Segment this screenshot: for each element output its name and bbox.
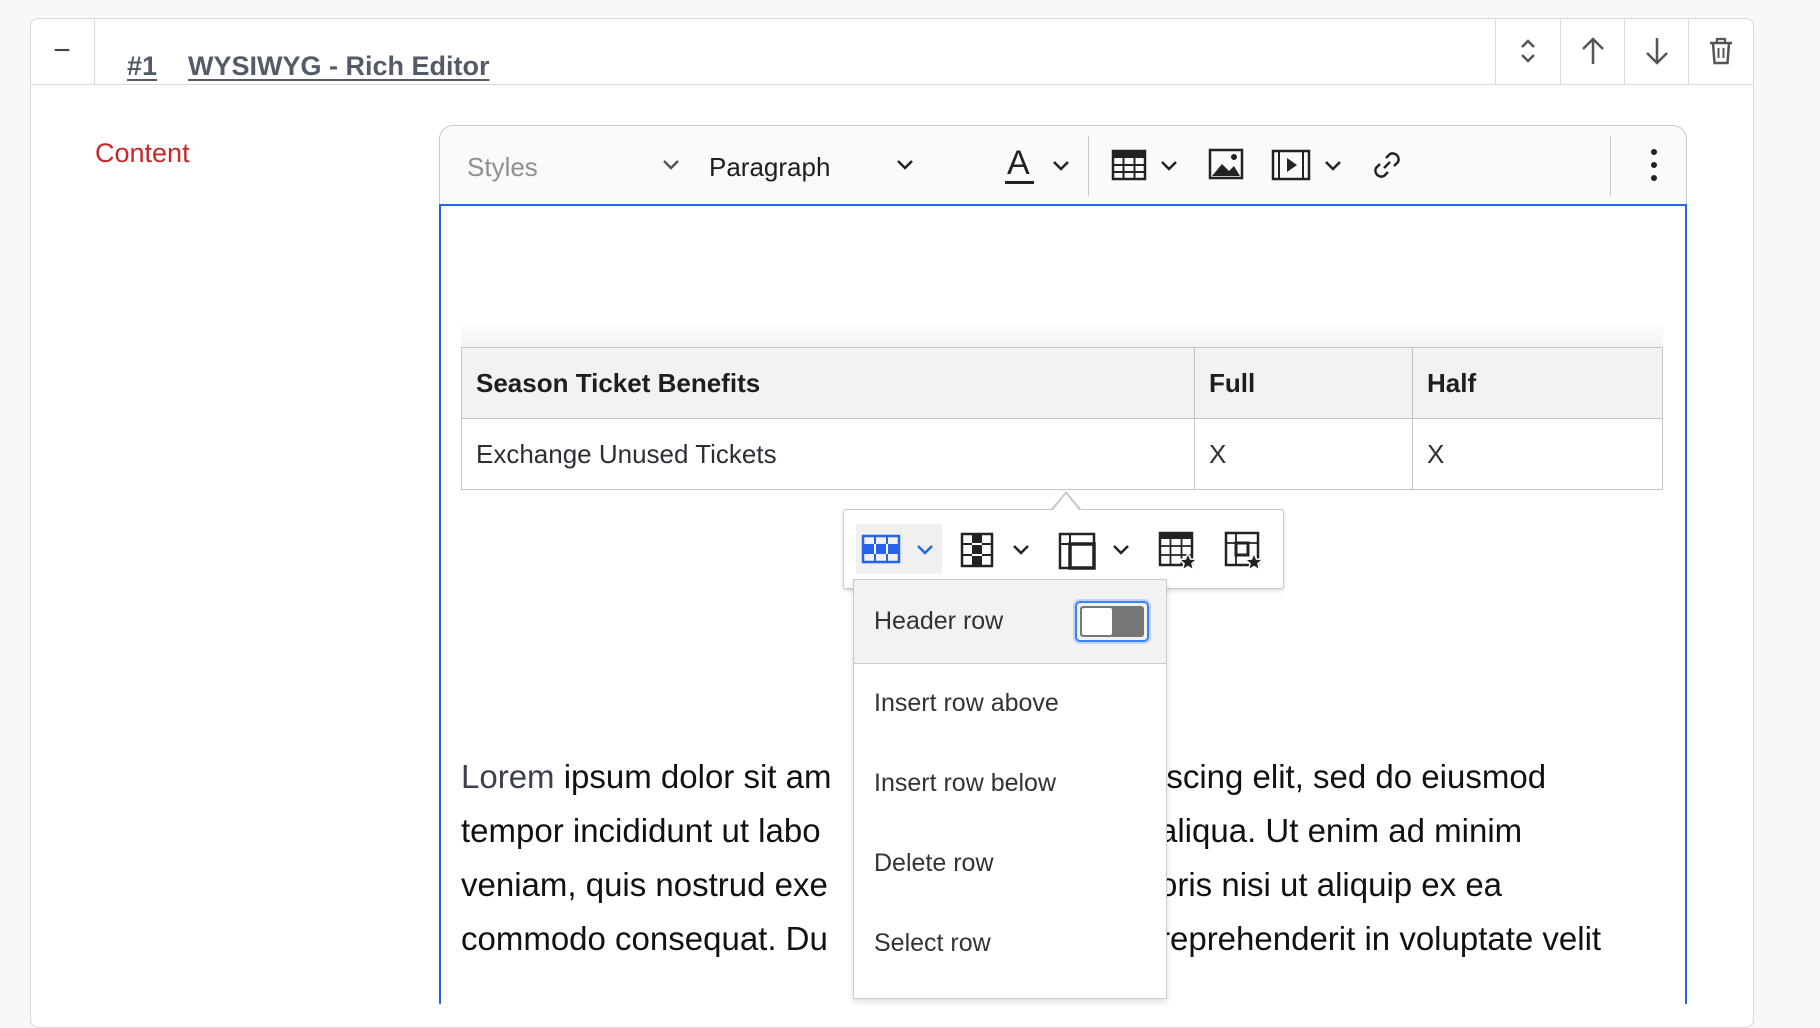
- cell-properties-icon: [1224, 531, 1264, 571]
- chevron-down-icon: [1161, 161, 1177, 171]
- table-properties-button[interactable]: [1150, 524, 1206, 574]
- delete-button[interactable]: [1689, 18, 1752, 84]
- link-button[interactable]: [1363, 140, 1413, 190]
- menu-item-insert-row-below[interactable]: Insert row below: [874, 769, 1056, 798]
- table-row: Exchange Unused Tickets X X: [461, 418, 1663, 490]
- chevron-down-icon: [1013, 545, 1029, 555]
- chevron-down-icon: [897, 160, 913, 170]
- table-cell[interactable]: X: [1194, 418, 1413, 490]
- media-embed-button[interactable]: [1266, 140, 1346, 190]
- row-icon: [861, 534, 901, 564]
- heading-dropdown[interactable]: Paragraph: [696, 126, 952, 206]
- column-icon: [960, 532, 994, 568]
- table-header-cell[interactable]: Full: [1194, 347, 1413, 419]
- paragraph-fragment: veniam, quis nostrud exe: [461, 866, 828, 903]
- table-header-row: Season Ticket Benefits Full Half: [461, 347, 1663, 419]
- paragraph-fragment: reprehenderit in voluptate velit: [1159, 920, 1602, 957]
- minus-icon: −: [53, 34, 71, 67]
- paragraph-fragment: iscing elit, sed do eiusmod: [1159, 758, 1547, 795]
- menu-item-insert-row-above[interactable]: Insert row above: [874, 689, 1059, 718]
- merge-cells-dropdown[interactable]: [1054, 524, 1140, 574]
- collapse-button[interactable]: −: [30, 18, 94, 84]
- menu-item-delete-row[interactable]: Delete row: [874, 849, 994, 878]
- paragraph-fragment: commodo consequat. Du: [461, 920, 828, 957]
- more-items-button[interactable]: [1630, 140, 1680, 190]
- table-icon: [1111, 149, 1147, 181]
- chevron-down-icon: [1113, 545, 1129, 555]
- paragraph-fragment: aliqua. Ut enim ad minim: [1159, 812, 1523, 849]
- expand-collapse-button[interactable]: [1496, 18, 1560, 84]
- merge-cells-icon: [1058, 532, 1096, 570]
- move-up-icon: [1581, 37, 1604, 64]
- table-header-cell[interactable]: Half: [1412, 347, 1663, 419]
- table-header-cell[interactable]: Season Ticket Benefits: [461, 347, 1195, 419]
- table-toolbar-balloon: [843, 509, 1284, 589]
- paragraph-fragment: oris nisi ut aliquip ex ea: [1159, 866, 1503, 903]
- chevron-down-icon: [1053, 161, 1069, 171]
- chevron-down-icon: [663, 160, 679, 170]
- move-down-icon: [1645, 38, 1668, 65]
- styles-dropdown[interactable]: Styles: [440, 126, 696, 206]
- table-cell[interactable]: Exchange Unused Tickets: [461, 418, 1195, 490]
- balloon-arrow-fill: [1053, 494, 1079, 510]
- styles-dropdown-label: Styles: [467, 152, 538, 182]
- row-options-menu: Header row Insert row above Insert row b…: [853, 579, 1167, 999]
- season-ticket-table[interactable]: Season Ticket Benefits Full Half Exchang…: [461, 347, 1663, 490]
- font-color-icon: A: [1007, 144, 1030, 182]
- table-properties-icon: [1158, 531, 1198, 571]
- header-row-switch[interactable]: [1075, 601, 1149, 642]
- block-index[interactable]: #1: [127, 51, 157, 82]
- header-row-toggle-item[interactable]: Header row: [854, 580, 1166, 664]
- header-row-label: Header row: [874, 607, 1004, 635]
- more-icon: [1651, 149, 1657, 181]
- paragraph-line: Lorem ipsum dolor sit am: [461, 750, 831, 804]
- editor-toolbar: Styles Paragraph A: [439, 125, 1687, 205]
- chevron-down-icon: [917, 545, 933, 555]
- table-column-dropdown[interactable]: [954, 524, 1040, 574]
- content-field-label: Content: [95, 138, 190, 168]
- chevron-down-icon: [1325, 161, 1341, 171]
- heading-dropdown-value: Paragraph: [709, 152, 831, 182]
- block-title[interactable]: WYSIWYG - Rich Editor: [188, 51, 490, 82]
- block-panel-header: − #1 WYSIWYG - Rich Editor: [30, 18, 1754, 85]
- link-icon: [1374, 152, 1400, 178]
- expand-collapse-icon: [1521, 39, 1535, 63]
- switch-knob: [1082, 608, 1112, 635]
- move-up-button[interactable]: [1561, 18, 1624, 84]
- font-color-button[interactable]: A: [1000, 140, 1080, 190]
- paragraph-fragment: ipsum dolor sit am: [563, 758, 832, 795]
- insert-table-button[interactable]: [1106, 140, 1186, 190]
- toolbar-separator: [1610, 136, 1611, 196]
- image-icon: [1208, 148, 1244, 180]
- toolbar-separator: [1088, 136, 1089, 196]
- menu-item-select-row[interactable]: Select row: [874, 929, 991, 958]
- insert-image-button[interactable]: [1202, 140, 1252, 190]
- media-embed-icon: [1271, 149, 1311, 181]
- paragraph-first-word: Lorem: [461, 758, 555, 795]
- move-down-button[interactable]: [1625, 18, 1688, 84]
- trash-icon: [1709, 37, 1732, 65]
- cell-properties-button[interactable]: [1216, 524, 1272, 574]
- table-cell[interactable]: X: [1412, 418, 1663, 490]
- table-row-dropdown[interactable]: [856, 524, 942, 574]
- font-color-underline: [1005, 181, 1034, 184]
- paragraph-fragment: tempor incididunt ut labo: [461, 812, 821, 849]
